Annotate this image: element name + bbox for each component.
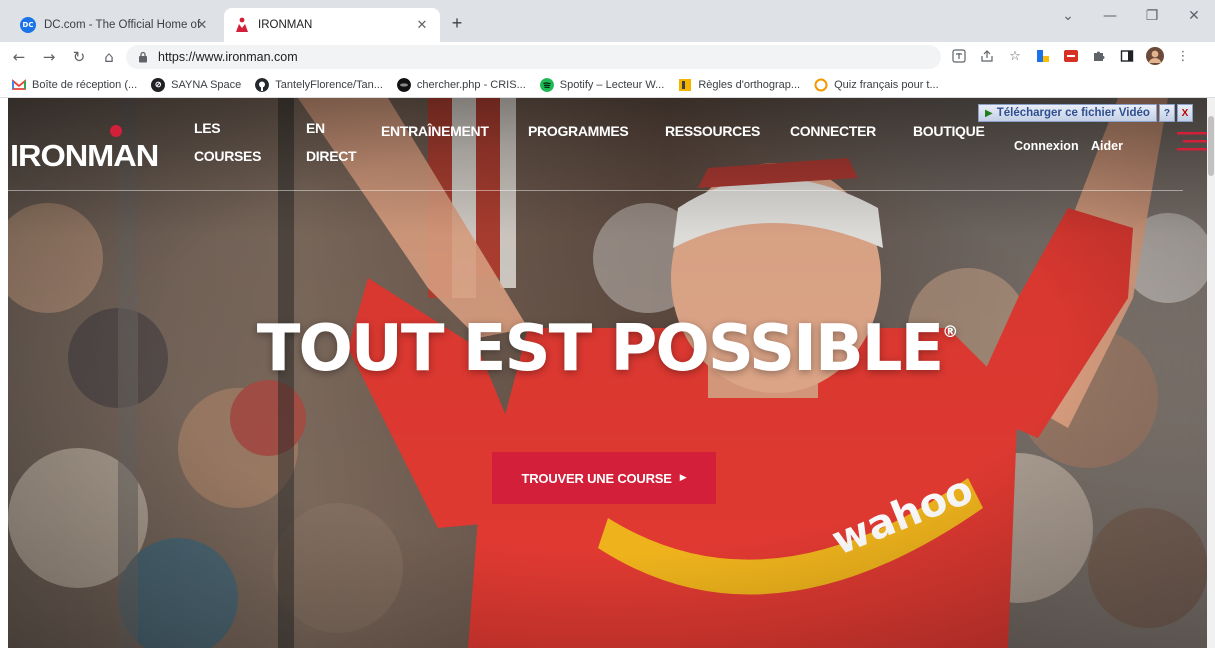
- nav-connecter[interactable]: CONNECTER: [790, 117, 876, 145]
- nav-programmes[interactable]: PROGRAMMES: [528, 117, 629, 145]
- help-icon[interactable]: ?: [1158, 104, 1175, 122]
- bookmark-quiz[interactable]: Quiz français pour t...: [814, 78, 939, 92]
- close-widget-icon[interactable]: X: [1176, 104, 1193, 122]
- bookmark-label: Boîte de réception (...: [32, 78, 138, 91]
- extensions-puzzle-icon[interactable]: [1090, 47, 1108, 65]
- close-window-icon[interactable]: ✕: [1173, 0, 1215, 32]
- lock-icon: [139, 51, 147, 63]
- download-label: Télécharger ce fichier Vidéo: [996, 107, 1150, 119]
- reload-icon[interactable]: ↻: [68, 46, 90, 68]
- home-icon[interactable]: ⌂: [98, 46, 120, 68]
- bookmark-cris[interactable]: chercher.php - CRIS...: [396, 77, 526, 92]
- github-icon: [255, 77, 270, 92]
- url-text: https://www.ironman.com: [158, 50, 298, 64]
- tab-title: IRONMAN: [258, 19, 313, 31]
- tab-strip: DC DC.com - The Official Home of DC ✕ IR…: [0, 0, 1215, 42]
- extension-red-icon[interactable]: [1062, 47, 1080, 65]
- cris-icon: [396, 77, 411, 92]
- nav-label: COURSES: [194, 148, 262, 164]
- browser-menu-icon[interactable]: ⋮: [1174, 47, 1192, 65]
- book-icon: [679, 78, 692, 91]
- cta-label: TROUVER UNE COURSE: [521, 470, 672, 486]
- web-page: wahoo IRONMAN LES COURSES EN DIRECT ENTR…: [0, 98, 1215, 648]
- tab-ironman[interactable]: IRONMAN ✕: [224, 8, 440, 42]
- bookmark-label: TantelyFlorence/Tan...: [275, 78, 383, 91]
- new-tab-button[interactable]: +: [446, 12, 468, 34]
- bookmark-label: chercher.php - CRIS...: [416, 78, 526, 91]
- tab-search-icon[interactable]: ⌄: [1047, 0, 1089, 32]
- quiz-icon: [814, 78, 828, 91]
- caret-right-icon: ▶: [679, 473, 687, 483]
- nav-aider[interactable]: Aider: [1091, 139, 1123, 153]
- hero-video: wahoo IRONMAN LES COURSES EN DIRECT ENTR…: [8, 98, 1207, 648]
- bookmark-label: Quiz français pour t...: [834, 78, 939, 91]
- profile-avatar[interactable]: [1146, 47, 1164, 65]
- nav-connexion[interactable]: Connexion: [1014, 139, 1079, 153]
- bookmark-sayna[interactable]: ⊘ SAYNA Space: [151, 77, 242, 92]
- close-tab-icon[interactable]: ✕: [194, 17, 210, 33]
- nav-les-courses[interactable]: LES COURSES: [194, 114, 261, 170]
- side-panel-icon[interactable]: [1118, 47, 1136, 65]
- nav-divider: [8, 190, 1183, 191]
- bookmark-gmail[interactable]: Boîte de réception (...: [12, 78, 137, 92]
- bookmarks-bar: Boîte de réception (... ⊘ SAYNA Space Ta…: [0, 72, 1215, 98]
- nav-en-direct[interactable]: EN DIRECT: [306, 114, 357, 170]
- share-icon[interactable]: [978, 47, 996, 65]
- logo-text: IRONMAN: [10, 138, 159, 173]
- scroll-thumb[interactable]: [1208, 116, 1214, 176]
- find-race-button[interactable]: TROUVER UNE COURSE ▶: [492, 452, 716, 504]
- sayna-icon: ⊘: [151, 77, 166, 92]
- ironman-favicon-icon: [236, 17, 248, 32]
- nav-label: EN: [306, 120, 325, 136]
- bookmark-orthographe[interactable]: Règles d'orthograp...: [678, 78, 800, 92]
- nav-label: DIRECT: [306, 148, 357, 164]
- registered-mark: ®: [942, 322, 959, 341]
- extension-blue-icon[interactable]: [1034, 47, 1052, 65]
- download-video-button[interactable]: ▶ Télécharger ce fichier Vidéo: [978, 104, 1157, 122]
- bookmark-label: Règles d'orthograp...: [698, 78, 801, 91]
- nav-entrainement[interactable]: ENTRAÎNEMENT: [381, 117, 489, 145]
- nav-label: LES: [194, 120, 221, 136]
- bookmark-spotify[interactable]: Spotify – Lecteur W...: [539, 77, 665, 92]
- bookmark-github[interactable]: TantelyFlorence/Tan...: [255, 77, 383, 92]
- restore-icon[interactable]: ❐: [1131, 0, 1173, 32]
- hamburger-menu-icon[interactable]: [1177, 130, 1207, 152]
- nav-boutique[interactable]: BOUTIQUE: [913, 117, 985, 145]
- nav-ressources[interactable]: RESSOURCES: [665, 117, 760, 145]
- browser-toolbar: ← → ↻ ⌂ https://www.ironman.com ☆ ⋮: [0, 42, 1215, 72]
- headline-text: TOUT EST POSSIBLE: [256, 312, 944, 386]
- forward-icon[interactable]: →: [38, 46, 60, 68]
- tab-title: DC.com - The Official Home of DC: [44, 19, 204, 31]
- close-tab-icon[interactable]: ✕: [414, 17, 430, 33]
- hero-headline: TOUT EST POSSIBLE®: [8, 312, 1207, 386]
- spotify-icon: [539, 77, 554, 92]
- dc-favicon-icon: DC: [20, 17, 36, 33]
- bookmark-star-icon[interactable]: ☆: [1006, 47, 1024, 65]
- page-margin: [0, 98, 8, 648]
- bookmark-label: Spotify – Lecteur W...: [559, 78, 665, 91]
- toolbar-actions: ☆ ⋮: [950, 47, 1192, 65]
- video-download-widget: ▶ Télécharger ce fichier Vidéo ? X: [978, 104, 1193, 122]
- page-scrollbar[interactable]: [1207, 98, 1215, 648]
- translate-icon[interactable]: [950, 47, 968, 65]
- window-controls: ⌄ — ❐ ✕: [1047, 0, 1215, 32]
- tab-dc[interactable]: DC DC.com - The Official Home of DC ✕: [10, 8, 220, 42]
- minimize-icon[interactable]: —: [1089, 0, 1131, 32]
- bookmark-label: SAYNA Space: [171, 78, 242, 91]
- back-icon[interactable]: ←: [8, 46, 30, 68]
- address-bar[interactable]: https://www.ironman.com: [126, 45, 941, 69]
- play-icon: ▶: [985, 107, 993, 119]
- gmail-icon: [12, 78, 26, 90]
